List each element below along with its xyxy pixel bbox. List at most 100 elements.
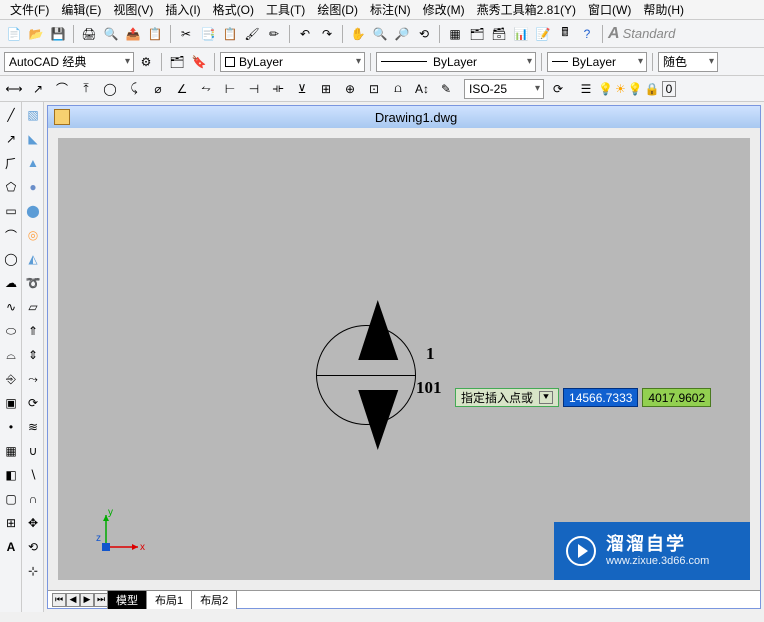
layerfilter-icon[interactable]: 🔖 bbox=[189, 52, 209, 72]
toolpal-icon[interactable]: 🗃 bbox=[489, 24, 509, 44]
freeze-icon[interactable]: ☀ bbox=[615, 82, 626, 96]
markup-icon[interactable]: 📝 bbox=[533, 24, 553, 44]
layer-dropdown[interactable]: ByLayer bbox=[220, 52, 365, 72]
layerprops-icon[interactable]: 🗂 bbox=[167, 52, 187, 72]
dim-jogline-icon[interactable]: ⩍ bbox=[388, 79, 408, 99]
drawing-titlebar[interactable]: Drawing1.dwg bbox=[48, 106, 760, 128]
prompt-y[interactable]: 4017.9602 bbox=[642, 388, 711, 407]
menu-edit[interactable]: 编辑(E) bbox=[57, 1, 105, 18]
open-icon[interactable]: 📂 bbox=[26, 24, 46, 44]
new-icon[interactable]: 📄 bbox=[4, 24, 24, 44]
props-icon[interactable]: ▦ bbox=[445, 24, 465, 44]
dim-tedit-icon[interactable]: ✎ bbox=[436, 79, 456, 99]
copy-icon[interactable]: 📑 bbox=[198, 24, 218, 44]
prompt-drop-icon[interactable]: ⯆ bbox=[539, 391, 553, 404]
xline-icon[interactable]: ↗ bbox=[1, 129, 21, 149]
menu-file[interactable]: 文件(F) bbox=[6, 1, 53, 18]
3drotate-icon[interactable]: ⟲ bbox=[23, 537, 43, 557]
menu-modify[interactable]: 修改(M) bbox=[419, 1, 469, 18]
menu-format[interactable]: 格式(O) bbox=[209, 1, 258, 18]
rect-icon[interactable]: ▭ bbox=[1, 201, 21, 221]
dim-update-icon[interactable]: ⟳ bbox=[548, 79, 568, 99]
dim-ang-icon[interactable]: ∠ bbox=[172, 79, 192, 99]
tab-layout2[interactable]: 布局2 bbox=[191, 590, 237, 609]
cone-icon[interactable]: ▲ bbox=[23, 153, 43, 173]
hatch-icon[interactable]: ▦ bbox=[1, 441, 21, 461]
gradient-icon[interactable]: ◧ bbox=[1, 465, 21, 485]
union-icon[interactable]: ∪ bbox=[23, 441, 43, 461]
torus-icon[interactable]: ◎ bbox=[23, 225, 43, 245]
pline-icon[interactable]: ⺁ bbox=[1, 153, 21, 173]
helix-icon[interactable]: ➰ bbox=[23, 273, 43, 293]
calc-icon[interactable]: 🖩 bbox=[555, 24, 575, 44]
layer0-icon[interactable]: 0 bbox=[662, 81, 677, 97]
tab-layout1[interactable]: 布局1 bbox=[146, 590, 192, 609]
polygon-icon[interactable]: ⬠ bbox=[1, 177, 21, 197]
ellipse-icon[interactable]: ⬭ bbox=[1, 321, 21, 341]
publish-icon[interactable]: 📤 bbox=[123, 24, 143, 44]
sweep-icon[interactable]: ⤳ bbox=[23, 369, 43, 389]
bulb-icon[interactable]: 💡 bbox=[598, 82, 613, 96]
spline-icon[interactable]: ∿ bbox=[1, 297, 21, 317]
pyramid-icon[interactable]: ◭ bbox=[23, 249, 43, 269]
color-dropdown[interactable]: 随色 bbox=[658, 52, 718, 72]
wedge-icon[interactable]: ◣ bbox=[23, 129, 43, 149]
dim-cont-icon[interactable]: ⊣ bbox=[244, 79, 264, 99]
dim-linear-icon[interactable]: ⟷ bbox=[4, 79, 24, 99]
dctr-icon[interactable]: 🗂 bbox=[467, 24, 487, 44]
subtract-icon[interactable]: ∖ bbox=[23, 465, 43, 485]
undo-icon[interactable]: ↶ bbox=[295, 24, 315, 44]
paste-icon[interactable]: 📋 bbox=[220, 24, 240, 44]
3dmove-icon[interactable]: ✥ bbox=[23, 513, 43, 533]
tab-prev-icon[interactable]: ◀ bbox=[66, 593, 80, 607]
help-icon[interactable]: ? bbox=[577, 24, 597, 44]
cut-icon[interactable]: ✂ bbox=[176, 24, 196, 44]
extrude-icon[interactable]: ⇑ bbox=[23, 321, 43, 341]
dim-ord-icon[interactable]: ⤒ bbox=[76, 79, 96, 99]
block-icon[interactable]: ▣ bbox=[1, 393, 21, 413]
dim-base-icon[interactable]: ⊢ bbox=[220, 79, 240, 99]
intersect-icon[interactable]: ∩ bbox=[23, 489, 43, 509]
loft-icon[interactable]: ≋ bbox=[23, 417, 43, 437]
cyl-icon[interactable]: ⬤ bbox=[23, 201, 43, 221]
zoom-rt-icon[interactable]: 🔍 bbox=[370, 24, 390, 44]
planar-icon[interactable]: ▱ bbox=[23, 297, 43, 317]
dim-diam-icon[interactable]: ⌀ bbox=[148, 79, 168, 99]
dim-edit-icon[interactable]: A↕ bbox=[412, 79, 432, 99]
dim-aligned-icon[interactable]: ↗ bbox=[28, 79, 48, 99]
dim-insp-icon[interactable]: ⊡ bbox=[364, 79, 384, 99]
tab-first-icon[interactable]: ⏮ bbox=[52, 593, 66, 607]
table-icon[interactable]: ⊞ bbox=[1, 513, 21, 533]
pan-icon[interactable]: ✋ bbox=[348, 24, 368, 44]
tab-next-icon[interactable]: ▶ bbox=[80, 593, 94, 607]
dim-jog-icon[interactable]: ⤹ bbox=[124, 79, 144, 99]
dim-space-icon[interactable]: ⟛ bbox=[268, 79, 288, 99]
prompt-x[interactable]: 14566.7333 bbox=[563, 388, 638, 407]
zoom-win-icon[interactable]: 🔎 bbox=[392, 24, 412, 44]
lineweight-dropdown[interactable]: ByLayer bbox=[547, 52, 647, 72]
3dalign-icon[interactable]: ⊹ bbox=[23, 561, 43, 581]
prompt-message[interactable]: 指定插入点或 ⯆ bbox=[455, 388, 559, 407]
menu-window[interactable]: 窗口(W) bbox=[584, 1, 635, 18]
brush-icon[interactable]: ✏ bbox=[264, 24, 284, 44]
linetype-dropdown[interactable]: ByLayer bbox=[376, 52, 536, 72]
save-icon[interactable]: 💾 bbox=[48, 24, 68, 44]
presspull-icon[interactable]: ⇕ bbox=[23, 345, 43, 365]
tab-last-icon[interactable]: ⏭ bbox=[94, 593, 108, 607]
workspace-dropdown[interactable]: AutoCAD 经典 bbox=[4, 52, 134, 72]
dim-break-icon[interactable]: ⊻ bbox=[292, 79, 312, 99]
menu-insert[interactable]: 插入(I) bbox=[161, 1, 204, 18]
revolve-icon[interactable]: ⟳ bbox=[23, 393, 43, 413]
ellipsearc-icon[interactable]: ⌓ bbox=[1, 345, 21, 365]
menu-tools[interactable]: 工具(T) bbox=[262, 1, 309, 18]
menu-dim[interactable]: 标注(N) bbox=[366, 1, 415, 18]
tab-model[interactable]: 模型 bbox=[107, 590, 147, 609]
sphere-icon[interactable]: ● bbox=[23, 177, 43, 197]
dim-arc-icon[interactable]: ⌒ bbox=[52, 79, 72, 99]
zoom-prev-icon[interactable]: ⟲ bbox=[414, 24, 434, 44]
arc-icon[interactable]: ⌒ bbox=[1, 225, 21, 245]
text-style[interactable]: A Standard bbox=[608, 25, 675, 43]
region-icon[interactable]: ▢ bbox=[1, 489, 21, 509]
matchprop-icon[interactable]: 🖌 bbox=[242, 24, 262, 44]
preview-icon[interactable]: 🔍 bbox=[101, 24, 121, 44]
